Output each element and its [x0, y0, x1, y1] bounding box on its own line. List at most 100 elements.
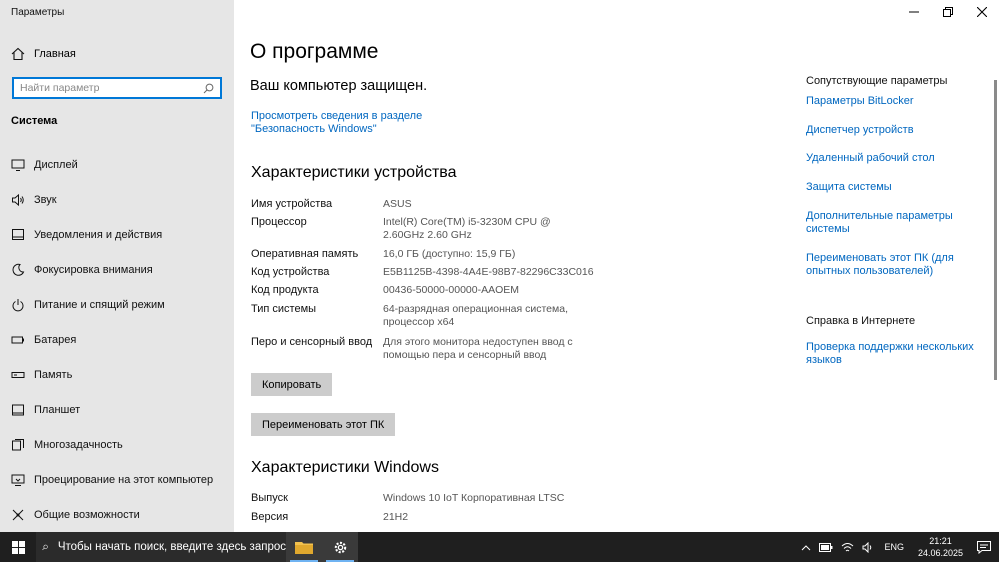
action-center-button[interactable]	[977, 540, 991, 554]
nav-item-label: Проецирование на этот компьютер	[34, 474, 214, 486]
related-settings-heading: Сопутствующие параметры	[806, 75, 948, 87]
remote-desktop-link[interactable]: Удаленный рабочий стол	[806, 152, 976, 165]
copy-button[interactable]: Копировать	[251, 373, 333, 396]
spec-value-system-type: 64-разрядная операционная система, проце…	[383, 303, 569, 328]
windows-specs-heading: Характеристики Windows	[251, 459, 439, 476]
start-button[interactable]	[0, 532, 36, 562]
spec-label-device-id: Код устройства	[251, 266, 330, 278]
close-icon	[977, 7, 987, 17]
taskbar-settings[interactable]	[322, 532, 358, 562]
tablet-icon	[12, 404, 24, 416]
tray-battery[interactable]	[819, 542, 833, 552]
page-title: О программе	[250, 40, 379, 63]
nav-item-label: Уведомления и действия	[34, 229, 163, 241]
rename-pc-button[interactable]: Переименовать этот ПК	[251, 413, 396, 436]
nav-item-label: Питание и спящий режим	[34, 299, 165, 311]
spec-value-edition: Windows 10 IoT Корпоративная LTSC	[383, 492, 565, 504]
spec-label-pen-touch: Перо и сенсорный ввод	[251, 336, 373, 348]
nav-item-label: Звук	[34, 194, 57, 206]
search-icon	[42, 544, 48, 550]
taskbar-search[interactable]: Чтобы начать поиск, введите здесь запрос	[36, 532, 286, 562]
folder-icon	[295, 542, 313, 554]
system-tray: ENG 21:21 24.06.2025	[797, 532, 999, 562]
settings-search[interactable]	[12, 77, 222, 99]
nav-item-shared-experiences[interactable]: Общие возможности	[11, 505, 140, 525]
spec-value-device-id: E5B1125B-4398-4A4E-98B7-82296C33C016	[383, 266, 594, 278]
spec-value-product-id: 00436-50000-00000-AAOEM	[383, 284, 520, 296]
speaker-icon	[862, 541, 872, 553]
display-icon	[11, 159, 25, 171]
spec-label-processor: Процессор	[251, 216, 307, 228]
moon-icon	[12, 263, 25, 276]
notifications-icon	[977, 540, 991, 554]
clock[interactable]: 21:21 24.06.2025	[918, 535, 963, 559]
spec-value-pen-touch: Для этого монитора недоступен ввод с пом…	[383, 336, 573, 361]
device-manager-link[interactable]: Диспетчер устройств	[806, 124, 976, 137]
nav-item-focus-assist[interactable]: Фокусировка внимания	[11, 260, 153, 280]
nav-item-display[interactable]: Дисплей	[11, 155, 78, 175]
spec-value-device-name: ASUS	[383, 198, 412, 210]
nav-home-label: Главная	[34, 48, 76, 60]
tray-volume[interactable]	[862, 541, 874, 553]
power-icon	[12, 299, 24, 312]
nav-item-label: Фокусировка внимания	[34, 264, 153, 276]
vertical-scrollbar[interactable]	[994, 80, 997, 380]
restore-icon	[943, 7, 953, 17]
spec-label-version: Версия	[251, 511, 289, 523]
nav-item-projecting[interactable]: Проецирование на этот компьютер	[11, 470, 213, 490]
nav-item-power-sleep[interactable]: Питание и спящий режим	[11, 295, 165, 315]
multitasking-icon	[12, 439, 24, 451]
nav-item-tablet[interactable]: Планшет	[11, 400, 80, 420]
storage-icon	[11, 372, 25, 378]
nav-item-notifications[interactable]: Уведомления и действия	[11, 225, 162, 245]
spec-value-ram: 16,0 ГБ (доступно: 15,9 ГБ)	[383, 248, 516, 260]
settings-search-input[interactable]	[20, 82, 203, 94]
battery-icon	[11, 336, 24, 344]
nav-home[interactable]: Главная	[11, 46, 76, 62]
nav-item-label: Планшет	[34, 404, 81, 416]
tray-chevron[interactable]	[801, 544, 811, 551]
protection-status: Ваш компьютер защищен.	[250, 78, 428, 94]
nav-item-sound[interactable]: Звук	[11, 190, 57, 210]
chevron-up-icon	[802, 544, 811, 550]
tray-network[interactable]	[841, 542, 854, 553]
nav-section-system: Система	[11, 115, 58, 127]
projecting-icon	[11, 474, 25, 486]
close-button[interactable]	[965, 0, 999, 24]
device-specs-heading: Характеристики устройства	[251, 164, 457, 181]
online-help-heading: Справка в Интернете	[806, 315, 916, 327]
taskbar: Чтобы начать поиск, введите здесь запрос…	[0, 532, 999, 562]
minimize-button[interactable]	[897, 0, 931, 24]
nav-item-label: Общие возможности	[34, 509, 140, 521]
windows-security-link[interactable]: Просмотреть сведения в разделе "Безопасн…	[251, 110, 491, 136]
nav-item-multitasking[interactable]: Многозадачность	[11, 435, 123, 455]
taskbar-file-explorer[interactable]	[286, 532, 322, 562]
speaker-icon	[12, 193, 24, 207]
multilanguage-support-link[interactable]: Проверка поддержки нескольких языков	[806, 341, 976, 367]
taskbar-search-text: Чтобы начать поиск, введите здесь запрос	[57, 541, 286, 553]
input-language[interactable]: ENG	[884, 542, 904, 552]
battery-charging-icon	[819, 542, 833, 552]
spec-label-edition: Выпуск	[251, 492, 288, 504]
nav-item-label: Дисплей	[34, 159, 78, 171]
system-protection-link[interactable]: Защита системы	[806, 181, 976, 194]
window-title: Параметры	[11, 7, 65, 18]
home-icon	[11, 47, 25, 61]
nav-item-label: Многозадачность	[34, 439, 123, 451]
spec-value-version: 21H2	[383, 511, 409, 523]
nav-item-storage[interactable]: Память	[11, 365, 72, 385]
windows-logo-icon	[11, 540, 25, 554]
rename-pc-advanced-link[interactable]: Переименовать этот ПК (для опытных польз…	[806, 252, 976, 278]
notifications-icon	[12, 229, 24, 240]
spec-label-device-name: Имя устройства	[251, 198, 333, 210]
nav-item-battery[interactable]: Батарея	[11, 330, 76, 350]
settings-nav-pane: Параметры Главная Система Дисплей Звук У…	[0, 0, 234, 532]
about-page: О программе Ваш компьютер защищен. Просм…	[234, 0, 999, 532]
advanced-system-settings-link[interactable]: Дополнительные параметры системы	[806, 210, 976, 236]
search-icon[interactable]	[203, 83, 214, 94]
spec-label-ram: Оперативная память	[251, 248, 359, 260]
bitlocker-settings-link[interactable]: Параметры BitLocker	[806, 95, 976, 108]
clock-date: 24.06.2025	[917, 548, 963, 558]
maximize-button[interactable]	[931, 0, 965, 24]
gear-icon	[334, 541, 346, 553]
